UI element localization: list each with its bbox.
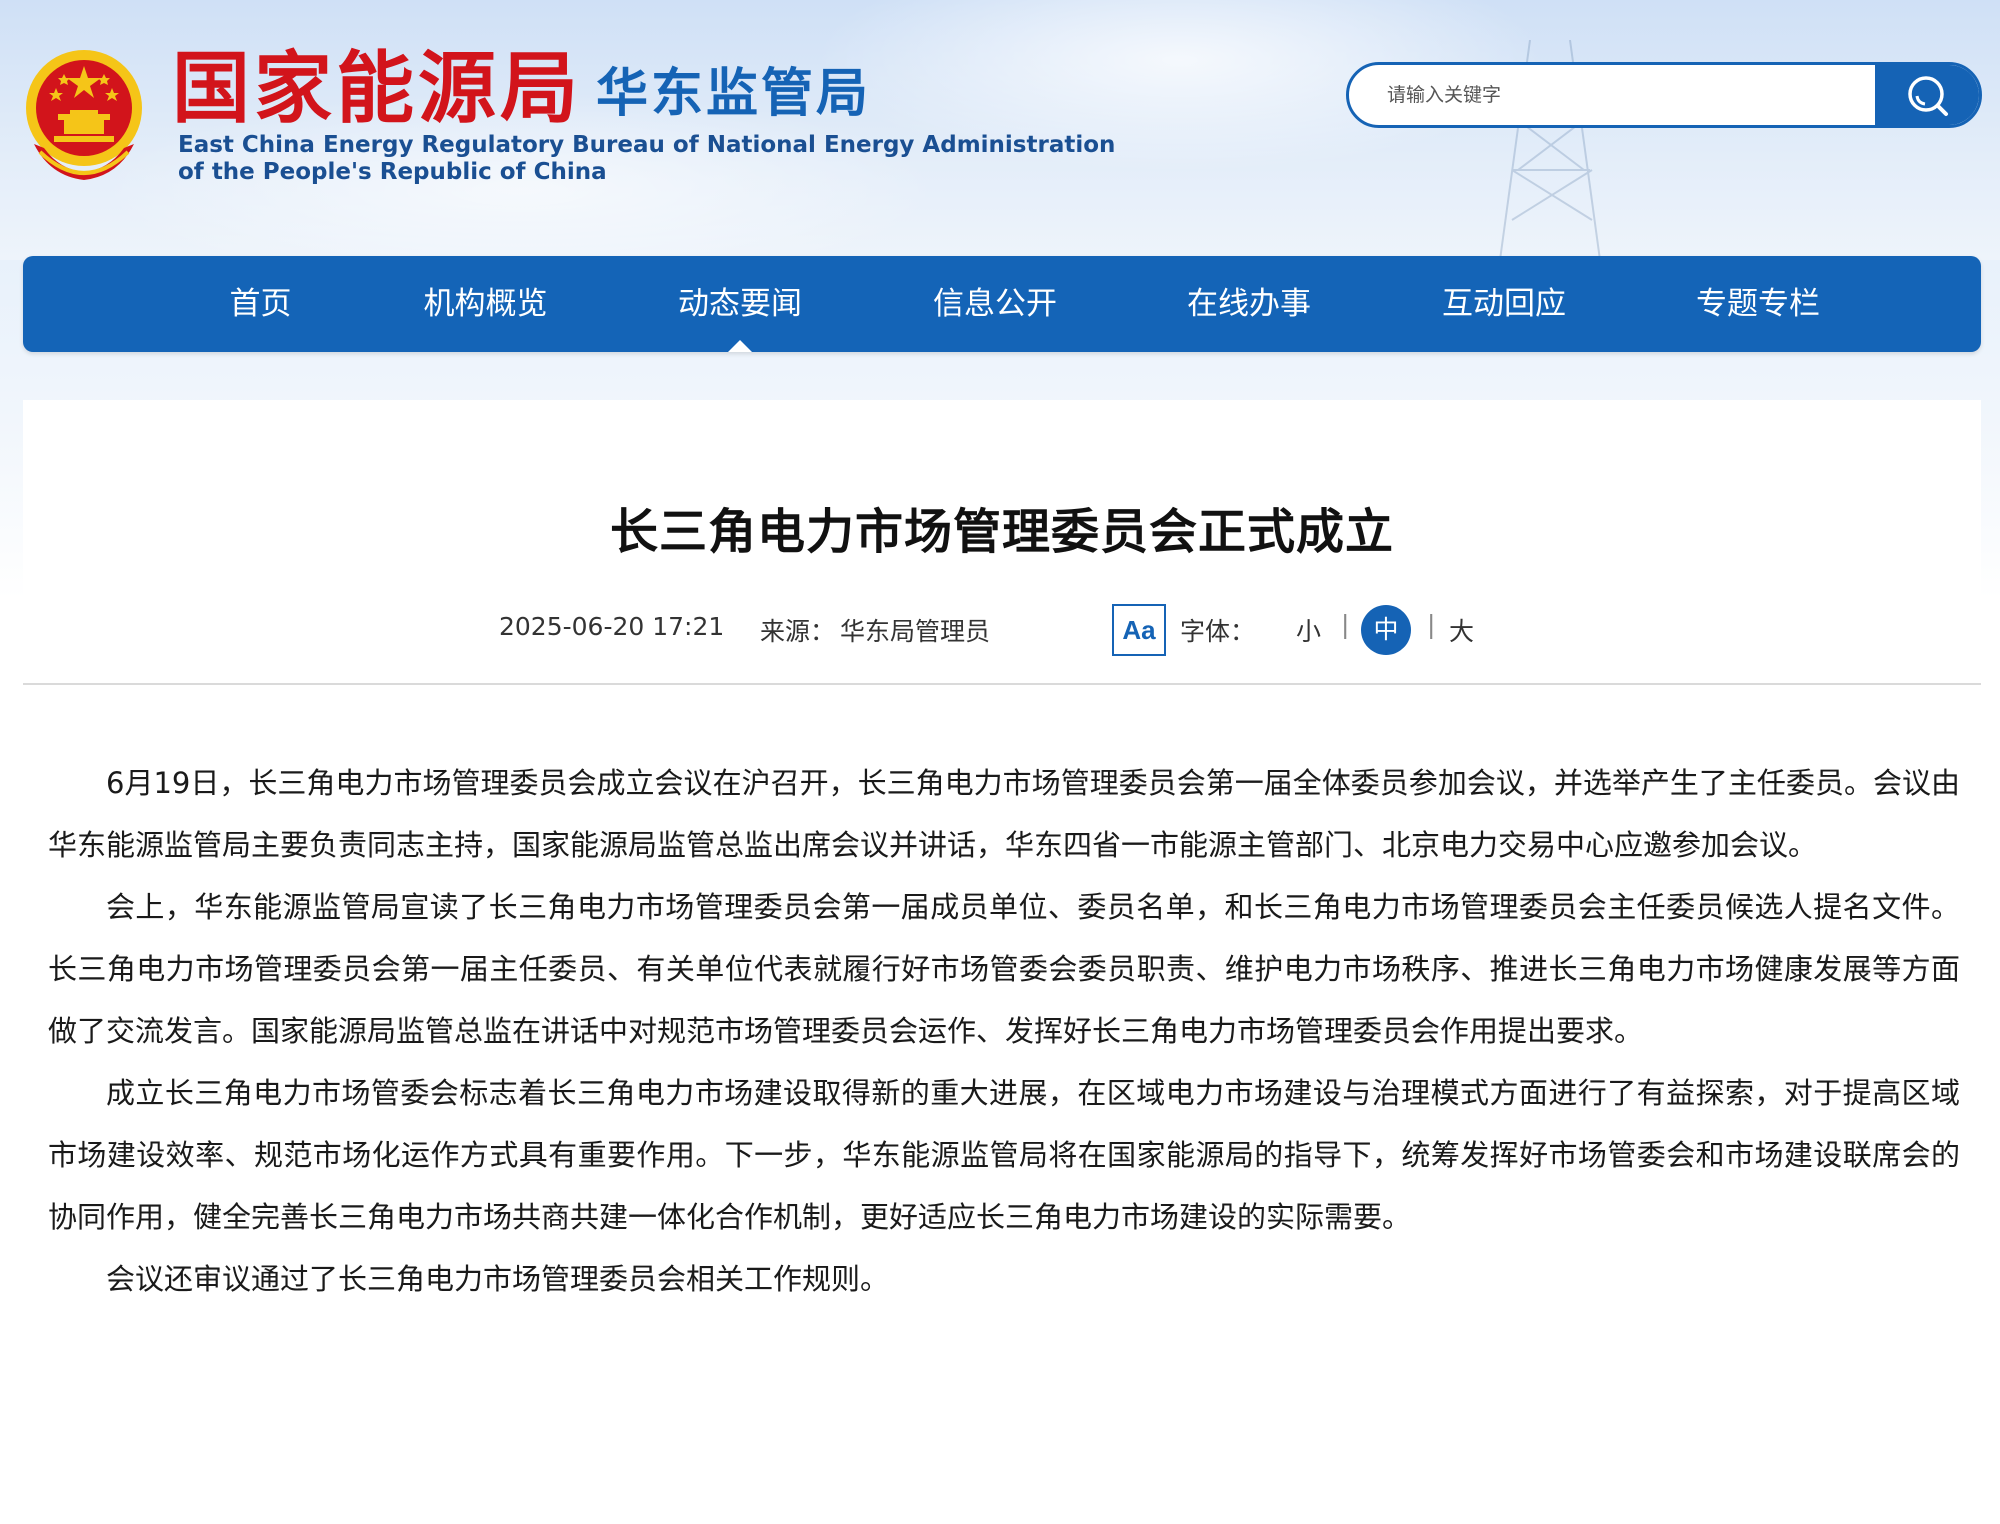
- article-title: 长三角电力市场管理委员会正式成立: [609, 504, 1394, 560]
- font-size-icon: Aa: [1112, 604, 1166, 656]
- font-separator: |: [1341, 610, 1350, 639]
- nav-item-online-services[interactable]: 在线办事: [1160, 256, 1338, 352]
- meta-divider: [23, 683, 1981, 685]
- nav-item-special-topics[interactable]: 专题专栏: [1669, 256, 1847, 352]
- search-button[interactable]: [1875, 65, 1979, 125]
- article-card: 长三角电力市场管理委员会正式成立 2025-06-20 17:21 来源： 华东…: [23, 400, 1981, 1524]
- brand-english-line2: of the People's Republic of China: [178, 159, 607, 185]
- article-paragraph: 会上，华东能源监管局宣读了长三角电力市场管理委员会第一届成员单位、委员名单，和长…: [48, 890, 1960, 1048]
- source-value: 华东局管理员: [840, 617, 991, 646]
- article-paragraph: 6月19日，长三角电力市场管理委员会成立会议在沪召开，长三角电力市场管理委员会第…: [48, 766, 1960, 862]
- font-separator: |: [1427, 610, 1436, 639]
- font-size-medium-button[interactable]: 中: [1361, 605, 1411, 655]
- article-meta: 2025-06-20 17:21 来源： 华东局管理员 Aa 字体： 小 | 中…: [23, 598, 1981, 658]
- bureau-title: 华东监管局: [596, 64, 872, 124]
- font-size-label: 字体：: [1180, 617, 1256, 646]
- main-nav: 首页 机构概览 动态要闻 信息公开 在线办事 互动回应 专题专栏: [23, 256, 1981, 352]
- brand-title: 国家能源局: [172, 44, 583, 134]
- nav-item-about[interactable]: 机构概览: [398, 256, 573, 352]
- article-paragraph: 成立长三角电力市场管委会标志着长三角电力市场建设取得新的重大进展，在区域电力市场…: [48, 1076, 1960, 1234]
- nav-item-home[interactable]: 首页: [193, 256, 328, 352]
- nav-item-news[interactable]: 动态要闻: [651, 256, 829, 352]
- search-icon: [1908, 76, 1948, 116]
- article-paragraph: 会议还审议通过了长三角电力市场管理委员会相关工作规则。: [106, 1262, 890, 1296]
- article-body: 6月19日，长三角电力市场管理委员会成立会议在沪召开，长三角电力市场管理委员会第…: [48, 752, 1960, 1310]
- nav-item-interaction[interactable]: 互动回应: [1415, 256, 1593, 352]
- search-box: [1346, 62, 1982, 128]
- nav-item-info-disclosure[interactable]: 信息公开: [906, 256, 1084, 352]
- brand-english-name: East China Energy Regulatory Bureau of N…: [178, 132, 1115, 186]
- site-header: 国家能源局 华东监管局 East China Energy Regulatory…: [0, 0, 2000, 260]
- source-label: 来源：: [760, 617, 836, 646]
- font-size-small-button[interactable]: 小: [1296, 612, 1321, 648]
- font-size-large-button[interactable]: 大: [1449, 612, 1474, 648]
- publish-date: 2025-06-20 17:21: [499, 612, 725, 641]
- search-input[interactable]: [1349, 65, 1877, 125]
- national-emblem-icon: [26, 50, 142, 180]
- brand-english-line1: East China Energy Regulatory Bureau of N…: [178, 132, 1116, 158]
